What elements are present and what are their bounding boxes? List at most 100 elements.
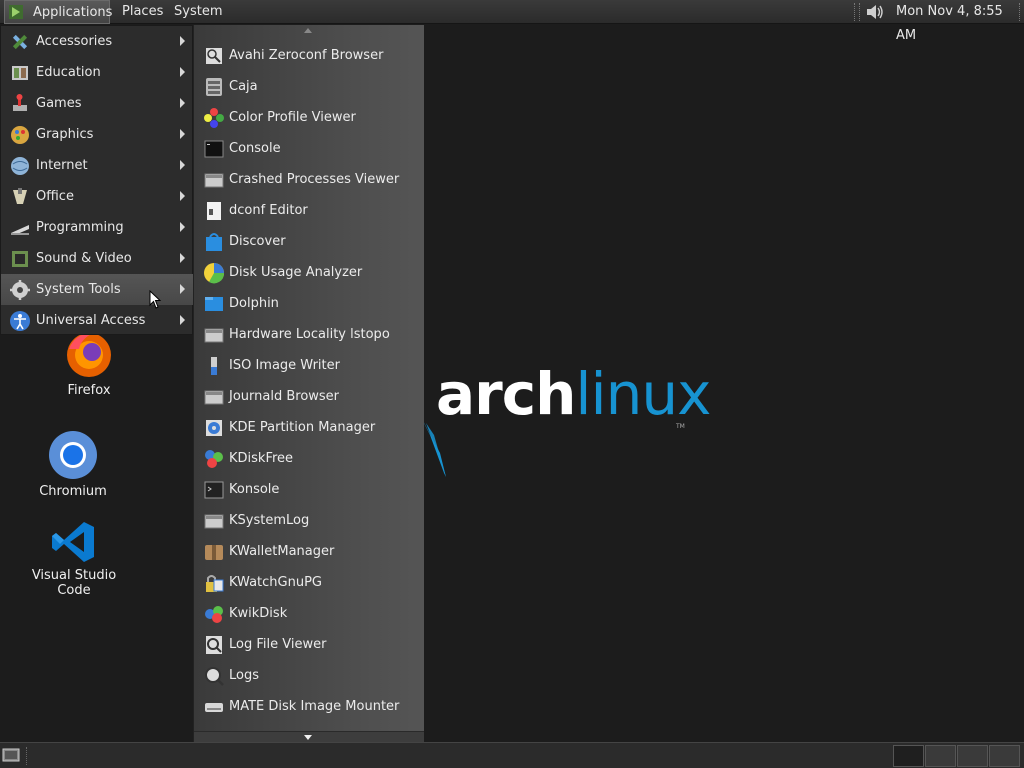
menu-item-avahi-zeroconf-browser[interactable]: Avahi Zeroconf Browser	[194, 40, 424, 71]
menu-item-kdiskfree[interactable]: KDiskFree	[194, 443, 424, 474]
menu-item-kde-partition-manager[interactable]: KDE Partition Manager	[194, 412, 424, 443]
bottom-panel	[0, 742, 1024, 768]
show-desktop-icon[interactable]	[2, 748, 20, 764]
category-internet[interactable]: Internet	[1, 150, 193, 181]
menu-item-label: KwikDisk	[229, 606, 288, 621]
category-office[interactable]: Office	[1, 181, 193, 212]
menu-item-mate-disk-image-mounter[interactable]: MATE Disk Image Mounter	[194, 691, 424, 722]
volume-icon[interactable]	[864, 2, 886, 22]
menu-item-label: ISO Image Writer	[229, 358, 340, 373]
logs-icon	[205, 667, 224, 686]
menu-item-kwikdisk[interactable]: KwikDisk	[194, 598, 424, 629]
category-label: System Tools	[36, 282, 121, 297]
menu-item-konsole[interactable]: Konsole	[194, 474, 424, 505]
submenu-arrow-icon	[180, 36, 185, 46]
dolphin-icon	[205, 297, 223, 311]
color-profile-icon	[204, 108, 224, 128]
workspace-1[interactable]	[893, 745, 924, 767]
workspace-2[interactable]	[925, 745, 956, 767]
mouse-cursor-icon	[149, 290, 162, 309]
desktop-icon-label: Firefox	[67, 383, 111, 398]
menu-item-hardware-locality-lstopo[interactable]: Hardware Locality lstopo	[194, 319, 424, 350]
arch-tm: TM	[676, 423, 685, 430]
menu-item-label: Hardware Locality lstopo	[229, 327, 390, 342]
arch-wordmark: archlinux	[436, 359, 712, 429]
desktop-icon-vscode[interactable]: Visual Studio Code	[14, 520, 134, 598]
kwatchgnupg-icon	[206, 575, 224, 592]
menu-item-label: Konsole	[229, 482, 280, 497]
programming-icon	[11, 225, 29, 235]
menu-item-label: Avahi Zeroconf Browser	[229, 48, 384, 63]
menu-item-kwalletmanager[interactable]: KWalletManager	[194, 536, 424, 567]
accessories-icon	[12, 34, 28, 50]
graphics-icon	[11, 126, 29, 144]
category-label: Sound & Video	[36, 251, 132, 266]
menu-item-kwatchgnupg[interactable]: KWatchGnuPG	[194, 567, 424, 598]
category-sound-video[interactable]: Sound & Video	[1, 243, 193, 274]
applications-menu: Accessories Education Games Graphics Interne…	[0, 25, 193, 335]
category-games[interactable]: Games	[1, 88, 193, 119]
universal-access-icon	[10, 311, 30, 331]
desktop-icon-chromium[interactable]: Chromium	[13, 430, 133, 499]
system-menu-button[interactable]: System	[168, 0, 228, 24]
sound-video-icon	[12, 251, 28, 267]
submenu-arrow-icon	[180, 160, 185, 170]
menu-item-color-profile-viewer[interactable]: Color Profile Viewer	[194, 102, 424, 133]
menu-item-label: KWalletManager	[229, 544, 335, 559]
places-menu-button[interactable]: Places	[116, 0, 169, 24]
menu-item-logs[interactable]: Logs	[194, 660, 424, 691]
menu-item-crashed-processes-viewer[interactable]: Crashed Processes Viewer	[194, 164, 424, 195]
submenu-arrow-icon	[180, 284, 185, 294]
applications-icon	[9, 5, 23, 19]
category-accessories[interactable]: Accessories	[1, 26, 193, 57]
menu-item-disk-usage-analyzer[interactable]: Disk Usage Analyzer	[194, 257, 424, 288]
category-universal-access[interactable]: Universal Access	[1, 305, 193, 336]
menu-item-discover[interactable]: Discover	[194, 226, 424, 257]
clock[interactable]: Mon Nov 4, 8:55 AM	[896, 0, 1024, 48]
submenu-scroll-down-icon	[304, 735, 312, 740]
menu-item-label: KDE Partition Manager	[229, 420, 376, 435]
category-label: Games	[36, 96, 82, 111]
menu-item-dolphin[interactable]: Dolphin	[194, 288, 424, 319]
workspace-3[interactable]	[957, 745, 988, 767]
submenu-scroll-up-icon[interactable]	[304, 28, 312, 33]
submenu-arrow-icon	[180, 67, 185, 77]
workspace-4[interactable]	[989, 745, 1020, 767]
category-education[interactable]: Education	[1, 57, 193, 88]
avahi-icon	[206, 48, 222, 64]
menu-item-label: Logs	[229, 668, 259, 683]
category-programming[interactable]: Programming	[1, 212, 193, 243]
system-tools-icon	[10, 280, 30, 300]
workspace-switcher[interactable]	[893, 745, 1021, 767]
iso-writer-icon	[211, 357, 217, 375]
konsole-icon	[204, 481, 224, 499]
submenu-arrow-icon	[180, 315, 185, 325]
menu-item-journald-browser[interactable]: Journald Browser	[194, 381, 424, 412]
category-label: Programming	[36, 220, 124, 235]
menu-item-ksystemlog[interactable]: KSystemLog	[194, 505, 424, 536]
desktop-icon-firefox[interactable]: Firefox	[29, 331, 149, 398]
menu-item-label: Crashed Processes Viewer	[229, 172, 400, 187]
lstopo-icon	[204, 328, 224, 343]
menu-item-label: Journald Browser	[229, 389, 340, 404]
menu-item-log-file-viewer[interactable]: Log File Viewer	[194, 629, 424, 660]
menu-item-caja[interactable]: Caja	[194, 71, 424, 102]
office-icon	[13, 188, 27, 204]
kwikdisk-icon	[205, 606, 223, 623]
menu-item-iso-image-writer[interactable]: ISO Image Writer	[194, 350, 424, 381]
applications-menu-button[interactable]: Applications	[4, 0, 112, 24]
menu-item-label: dconf Editor	[229, 203, 308, 218]
menu-item-label: Caja	[229, 79, 258, 94]
journald-icon	[204, 390, 224, 405]
category-graphics[interactable]: Graphics	[1, 119, 193, 150]
category-system-tools[interactable]: System Tools	[1, 274, 193, 305]
games-icon	[13, 94, 27, 111]
menu-item-label: Console	[229, 141, 281, 156]
submenu-arrow-icon	[180, 129, 185, 139]
panel-separator	[1019, 3, 1022, 21]
menu-item-label: Disk Usage Analyzer	[229, 265, 363, 280]
partition-manager-icon	[206, 420, 222, 436]
menu-item-dconf-editor[interactable]: dconf Editor	[194, 195, 424, 226]
menu-item-console[interactable]: Console	[194, 133, 424, 164]
submenu-arrow-icon	[180, 222, 185, 232]
